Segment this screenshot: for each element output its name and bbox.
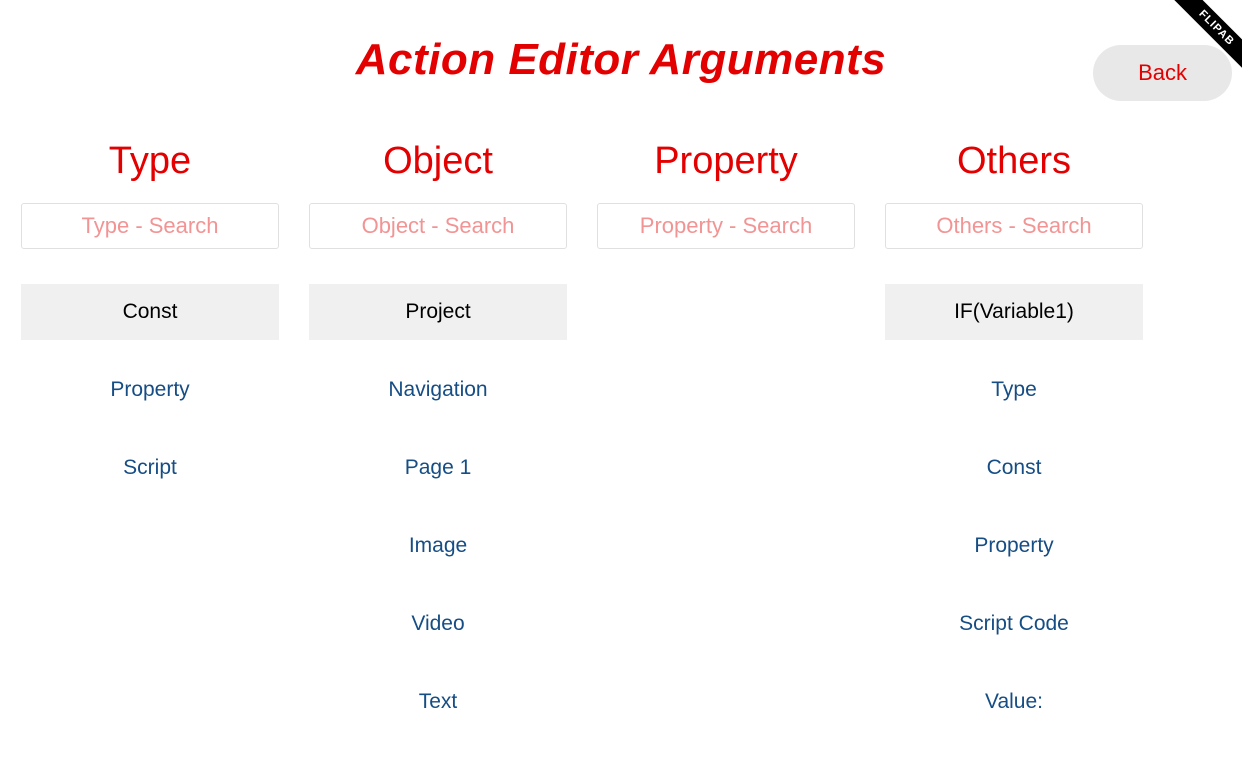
list-item[interactable]: Value: [885,674,1143,730]
list-item[interactable]: IF(Variable1) [885,284,1143,340]
list-others: IF(Variable1) Type Const Property Script… [885,284,1143,752]
column-others: Others IF(Variable1) Type Const Property… [879,140,1149,752]
search-input-object[interactable] [309,203,567,249]
column-header-type: Type [109,140,191,183]
column-header-object: Object [383,140,493,183]
list-item[interactable]: Page 1 [309,440,567,496]
column-object: Object Project Navigation Page 1 Image V… [303,140,573,752]
list-item[interactable]: Script Code [885,596,1143,652]
list-item[interactable]: Project [309,284,567,340]
list-item[interactable]: Const [885,440,1143,496]
column-property: Property [591,140,861,752]
list-object: Project Navigation Page 1 Image Video Te… [309,284,567,752]
list-item[interactable]: Text [309,674,567,730]
list-item[interactable]: Property [885,518,1143,574]
list-item[interactable]: Property [21,362,279,418]
page-title: Action Editor Arguments [0,0,1242,85]
column-header-others: Others [957,140,1071,183]
list-type: Const Property Script [21,284,279,518]
search-input-type[interactable] [21,203,279,249]
column-header-property: Property [654,140,798,183]
search-input-property[interactable] [597,203,855,249]
list-item[interactable]: Image [309,518,567,574]
list-item[interactable]: Type [885,362,1143,418]
columns-container: Type Const Property Script Object Projec… [0,85,1242,752]
search-input-others[interactable] [885,203,1143,249]
back-button[interactable]: Back [1093,45,1232,101]
column-type: Type Const Property Script [15,140,285,752]
list-item[interactable]: Const [21,284,279,340]
list-item[interactable]: Navigation [309,362,567,418]
list-item[interactable]: Video [309,596,567,652]
list-item[interactable]: Script [21,440,279,496]
